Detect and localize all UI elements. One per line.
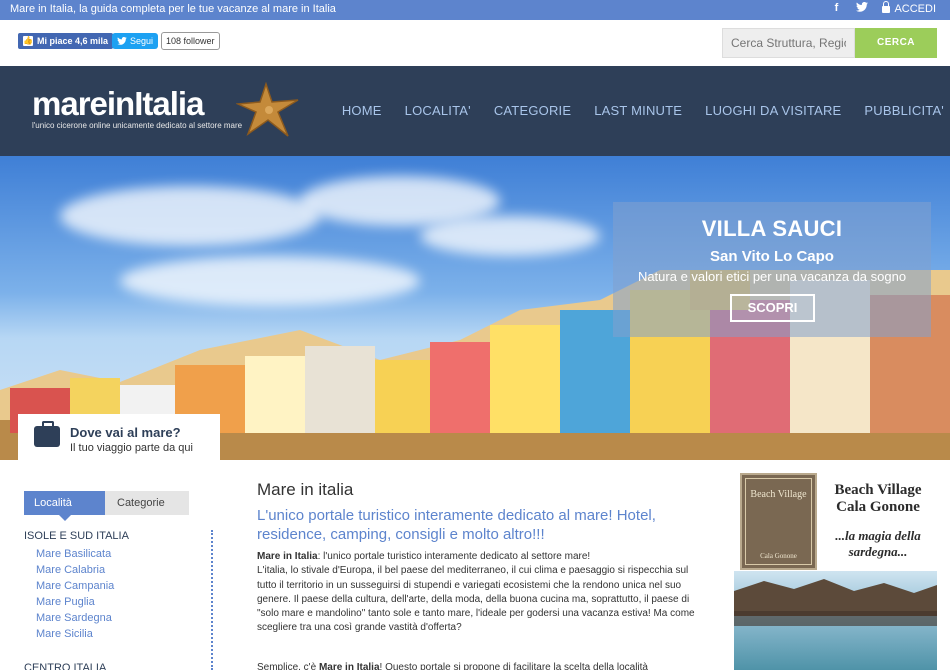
teaser-subtitle: Il tuo viaggio parte da qui xyxy=(70,442,193,454)
promo-title: VILLA SAUCI xyxy=(701,216,843,241)
body-text: L'italia, lo stivale d'Europa, il bel pa… xyxy=(257,565,695,634)
promo-location: San Vito Lo Capo xyxy=(710,248,834,265)
twitter-follow-button[interactable]: Segui xyxy=(112,33,159,49)
nav-categorie[interactable]: CATEGORIE xyxy=(494,103,571,118)
sidebar-link-basilicata[interactable]: Mare Basilicata xyxy=(24,546,214,562)
second-text-a: Semplice, c'è xyxy=(257,661,319,670)
search-button[interactable]: CERCA xyxy=(855,28,937,58)
ad-sign-title: Beach Village xyxy=(750,489,807,500)
sidebar-link-puglia[interactable]: Mare Puglia xyxy=(24,594,214,610)
main-nav: HOME LOCALITA' CATEGORIE LAST MINUTE LUO… xyxy=(342,103,944,118)
site-logo[interactable]: mareinItalia l'unico cicerone online uni… xyxy=(32,85,243,131)
twitter-follow-label: Segui xyxy=(130,36,154,46)
travel-search-teaser[interactable]: Dove vai al mare? Il tuo viaggio parte d… xyxy=(18,414,220,460)
intro-text: : l'unico portale turistico interamente … xyxy=(317,551,591,562)
social-widgets-row: 👍 Mi piace 4,6 mila Segui 108 follower C… xyxy=(0,20,950,66)
page-title: Mare in italia xyxy=(257,480,354,499)
nav-luoghi-da-visitare[interactable]: LUOGHI DA VISITARE xyxy=(705,103,841,118)
teaser-title: Dove vai al mare? xyxy=(70,425,181,440)
ad-sign: Beach Village Cala Gonone xyxy=(740,473,817,570)
twitter-follower-count[interactable]: 108 follower xyxy=(161,32,220,50)
region-heading[interactable]: ISOLE E SUD ITALIA xyxy=(24,530,214,542)
facebook-like-label: Mi piace 4,6 mila xyxy=(37,36,109,46)
tab-localita[interactable]: Località xyxy=(24,491,105,521)
thumbs-up-icon: 👍 xyxy=(23,36,33,46)
facebook-icon[interactable]: f xyxy=(830,2,842,15)
ad-title: Beach Village Cala Gonone xyxy=(834,482,922,515)
second-text-b: ! Questo portale si propone di facilitar… xyxy=(379,661,648,670)
intro-paragraph: Mare in Italia: l'unico portale turistic… xyxy=(257,550,707,636)
lock-icon xyxy=(882,0,891,13)
suitcase-icon xyxy=(34,421,60,447)
advertisement-beach-village[interactable]: Beach Village Cala Gonone Beach Village … xyxy=(734,471,937,670)
logo-text: mareinItalia xyxy=(32,85,204,122)
search-input[interactable] xyxy=(722,28,855,58)
cloud xyxy=(60,186,320,246)
sidebar-list: ISOLE E SUD ITALIA Mare Basilicata Mare … xyxy=(24,530,214,670)
tab-categorie[interactable]: Categorie xyxy=(105,491,189,515)
second-paragraph: Semplice, c'è Mare in Italia! Questo por… xyxy=(257,661,707,670)
brand-bold: Mare in Italia xyxy=(257,551,318,562)
sidebar-divider xyxy=(211,530,213,670)
sidebar-link-campania[interactable]: Mare Campania xyxy=(24,578,214,594)
nav-pubblicita[interactable]: PUBBLICITA' xyxy=(864,103,944,118)
ad-sign-inner: Beach Village Cala Gonone xyxy=(745,478,812,565)
twitter-icon[interactable] xyxy=(856,1,869,15)
ad-sea-image xyxy=(734,571,937,670)
ad-sign-subtitle: Cala Gonone xyxy=(760,552,797,560)
site-header: mareinItalia l'unico cicerone online uni… xyxy=(0,66,950,156)
nav-localita[interactable]: LOCALITA' xyxy=(405,103,471,118)
site-tagline: Mare in Italia, la guida completa per le… xyxy=(10,3,336,15)
rocks-illustration xyxy=(734,579,937,626)
main-content: Mare in italia L'unico portale turistico… xyxy=(257,480,707,670)
hero-promo-box: VILLA SAUCI San Vito Lo Capo Natura e va… xyxy=(613,202,931,337)
sidebar-link-sardegna[interactable]: Mare Sardegna xyxy=(24,610,214,626)
twitter-bird-icon xyxy=(117,37,127,45)
page-subtitle: L'unico portale turistico interamente de… xyxy=(257,507,656,543)
sidebar-link-calabria[interactable]: Mare Calabria xyxy=(24,562,214,578)
starfish-logo-icon xyxy=(236,82,299,137)
discover-button[interactable]: SCOPRI xyxy=(730,294,815,322)
login-label: ACCEDI xyxy=(894,2,936,15)
sidebar-tabs: Località Categorie xyxy=(24,491,189,521)
nav-last-minute[interactable]: LAST MINUTE xyxy=(594,103,682,118)
sidebar-link-sicilia[interactable]: Mare Sicilia xyxy=(24,626,214,642)
brand-bold: Mare in Italia xyxy=(318,661,380,670)
promo-description: Natura e valori etici per una vacanza da… xyxy=(637,269,907,284)
top-social: f ACCEDI xyxy=(830,0,950,15)
cloud xyxy=(420,216,600,256)
logo-subtitle: l'unico cicerone online unicamente dedic… xyxy=(32,121,243,130)
top-bar: Mare in Italia, la guida completa per le… xyxy=(0,0,950,20)
login-link[interactable]: ACCEDI xyxy=(882,0,936,15)
region-heading[interactable]: CENTRO ITALIA xyxy=(24,662,214,670)
ad-slogan: ...la magia della sardegna... xyxy=(835,528,921,559)
nav-home[interactable]: HOME xyxy=(342,103,382,118)
facebook-like-button[interactable]: 👍 Mi piace 4,6 mila xyxy=(18,33,114,49)
